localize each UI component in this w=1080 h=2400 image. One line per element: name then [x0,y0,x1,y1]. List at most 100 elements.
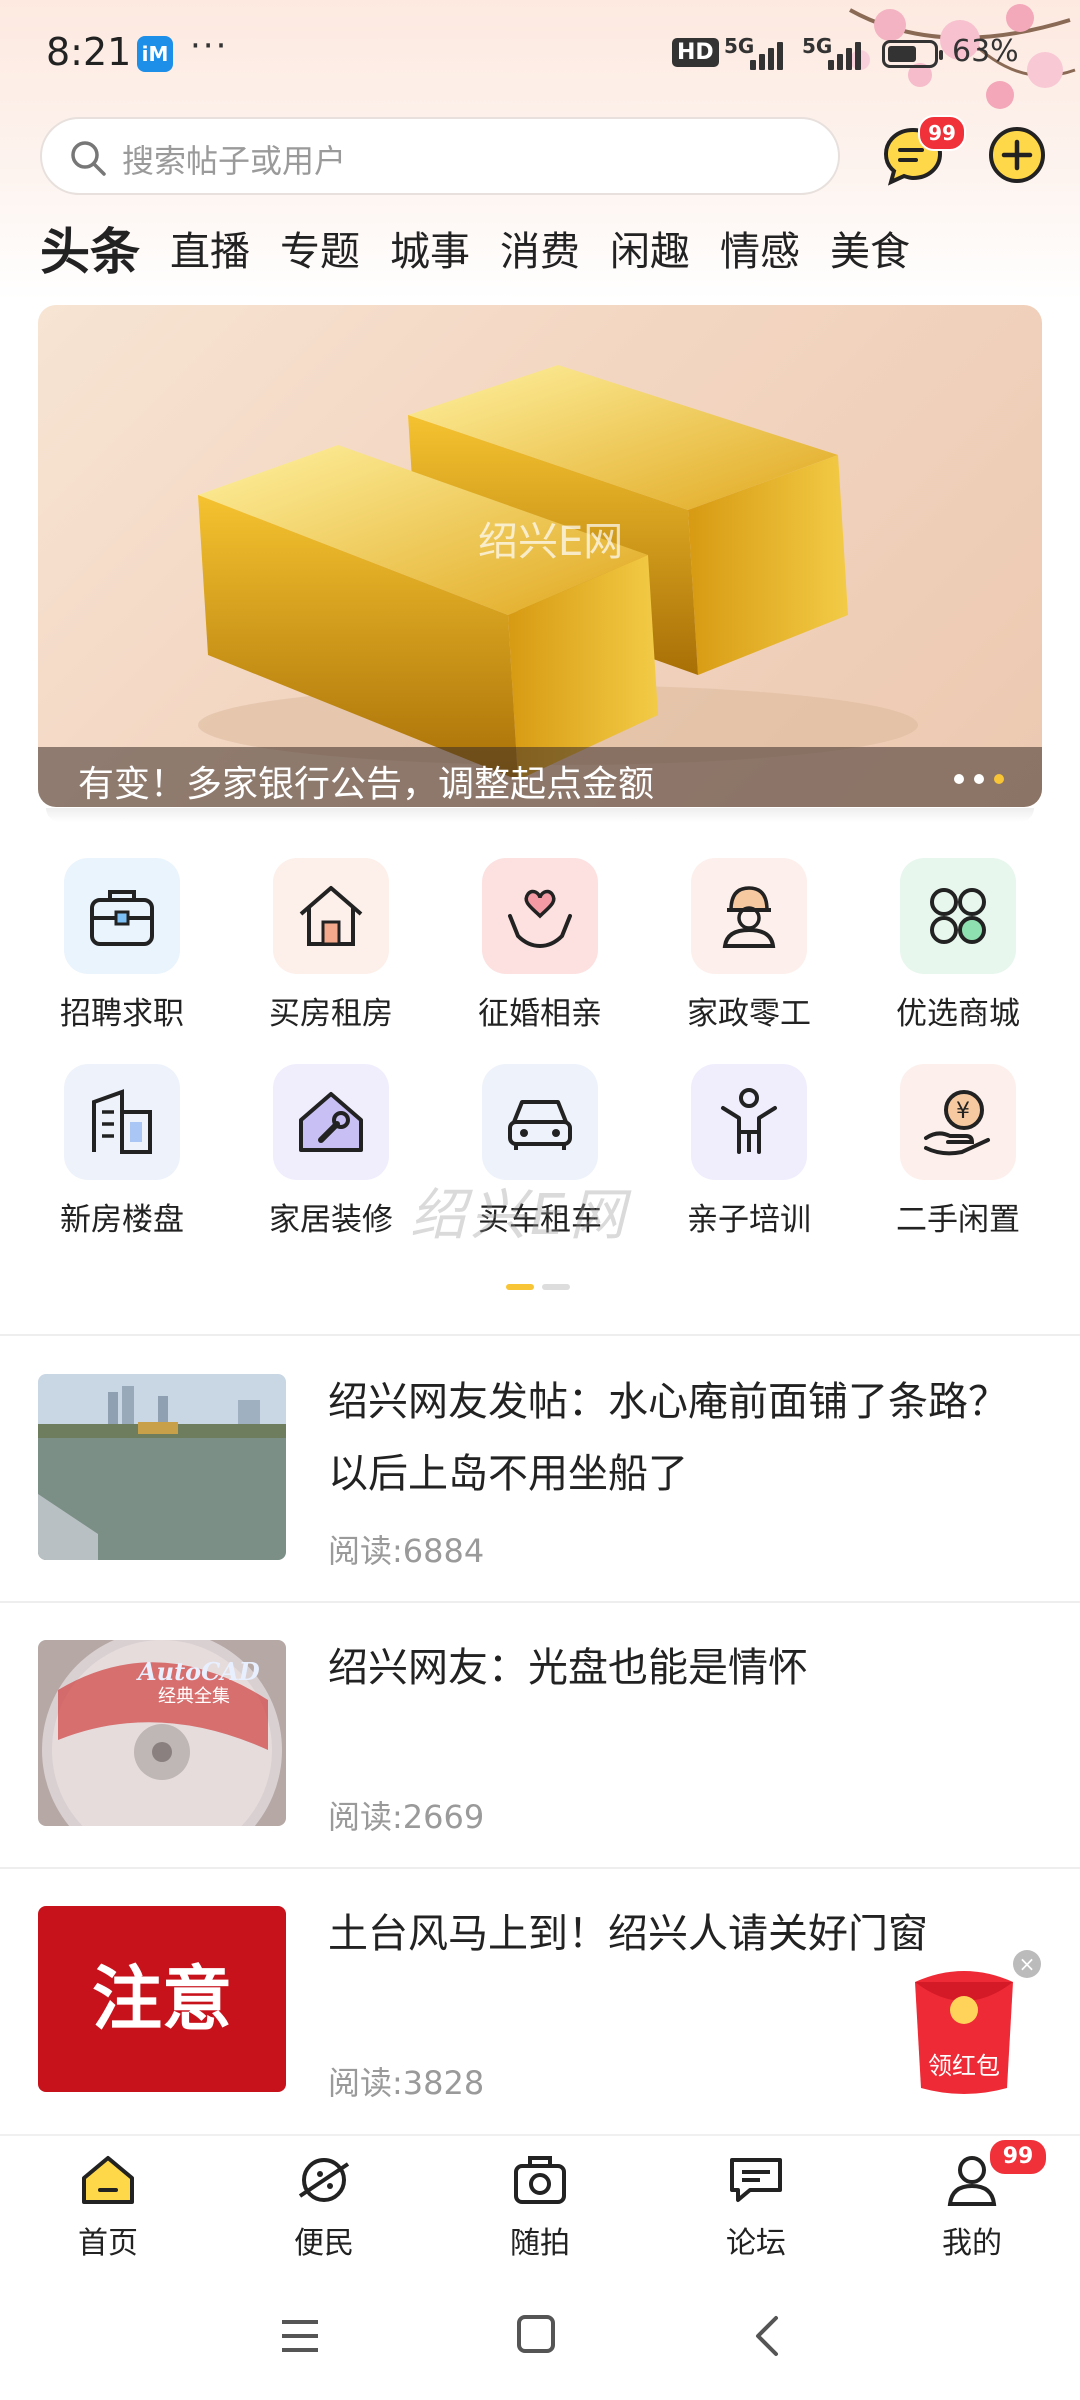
search-placeholder: 搜索帖子或用户 [122,142,347,180]
more-notifications-icon: ··· [190,26,229,66]
service-recruitment[interactable]: 招聘求职 [22,858,222,1033]
news-title: 绍兴网友：光盘也能是情怀 [328,1645,808,1691]
banner-shadow [46,808,1034,822]
service-kids-training[interactable]: 亲子培训 [649,1064,849,1239]
service-new-homes[interactable]: 新房楼盘 [22,1064,222,1239]
tab-leisure[interactable]: 闲趣 [610,222,690,292]
nav-snapshot[interactable]: 随拍 [460,2150,620,2262]
service-icon-box [64,858,180,974]
signal-icon-2 [828,40,861,70]
battery-icon [882,40,943,68]
pager-dot [542,1284,570,1290]
nav-services[interactable]: 便民 [244,2150,404,2262]
status-time: 8:21 [46,30,132,74]
tab-consumer[interactable]: 消费 [500,222,580,292]
news-read-count: 阅读:6884 [328,1532,485,1570]
camera-icon [514,2156,566,2204]
service-housing[interactable]: 买房租房 [231,858,431,1033]
service-icon-box [64,1064,180,1180]
banner-caption: 有变！多家银行公告，调整起点金额 [78,764,655,805]
search-input[interactable]: 搜索帖子或用户 [40,117,840,195]
banner-indicator [954,774,1004,784]
clover-icon [930,888,986,944]
service-label: 买房租房 [269,996,393,1032]
home-square-icon[interactable] [516,2314,556,2354]
banner-dot [954,774,964,784]
heart-hands-icon [508,889,572,949]
service-icon-box [482,858,598,974]
tab-emotion[interactable]: 情感 [720,222,800,292]
tab-city[interactable]: 城事 [390,222,470,292]
banner-dot-active [994,774,1004,784]
service-renovation[interactable]: 家居装修 [231,1064,431,1239]
services-watermark: 绍兴E网 [410,1183,630,1248]
nav-label: 我的 [942,2226,1002,2261]
service-icon-box: ¥ [900,1064,1016,1180]
child-icon [721,1088,777,1154]
cd-photo: AutoCAD 经典全集 [38,1640,286,1826]
news-title: 绍兴网友发帖：水心庵前面铺了条路？以后上岛不用坐船了 [328,1379,1008,1497]
service-icon-box [273,1064,389,1180]
building-icon [92,1089,152,1154]
profile-badge: 99 [988,2138,1048,2176]
car-icon [508,1100,572,1150]
message-badge: 99 [918,115,966,151]
service-pager [506,1284,570,1290]
tab-live[interactable]: 直播 [170,222,250,292]
nav-home[interactable]: 首页 [28,2150,188,2262]
news-thumbnail [38,1374,286,1560]
news-thumbnail: 注意 [38,1906,286,2092]
service-label: 征婚相亲 [478,996,602,1032]
river-photo [38,1374,286,1560]
nav-forum[interactable]: 论坛 [676,2150,836,2262]
nav-label: 首页 [78,2226,138,2261]
nav-label: 论坛 [726,2226,786,2261]
tab-food[interactable]: 美食 [830,222,910,292]
svg-text:¥: ¥ [956,1099,970,1124]
home-icon [82,2156,134,2204]
house-icon [299,886,363,946]
red-packet-label: 领红包 [928,2052,1000,2080]
news-item[interactable]: AutoCAD 经典全集 绍兴网友：光盘也能是情怀 阅读:2669 [0,1602,1080,1866]
back-icon[interactable] [752,2314,782,2358]
banner-caption-bar: 有变！多家银行公告，调整起点金额 [38,747,1042,807]
nav-label: 随拍 [510,2226,570,2261]
menu-icon[interactable] [278,2316,322,2356]
yuan-hand-icon: ¥ [924,1090,990,1156]
cd-brand-text: AutoCAD [136,1657,260,1686]
cd-sub-text: 经典全集 [158,1686,230,1707]
hd-voice-icon: HD [672,38,719,67]
worker-icon [722,886,776,948]
news-read-count: 阅读:3828 [328,2064,485,2102]
banner-dot [974,774,984,784]
bottom-nav: 首页 便民 随拍 论坛 我的 [0,2134,1080,2268]
category-tabs: 头条 直播 专题 城事 消费 闲趣 情感 美食 [40,222,940,292]
service-mall[interactable]: 优选商城 [858,858,1058,1033]
service-icon-box [691,858,807,974]
banner-carousel[interactable]: 绍兴E网 有变！多家银行公告，调整起点金额 [38,305,1042,807]
tab-topics[interactable]: 专题 [280,222,360,292]
service-icon-box [273,858,389,974]
battery-percent: 63% [952,34,1019,69]
red-packet-close-icon[interactable]: × [1013,1950,1041,1978]
red-packet-button[interactable]: 领红包 [905,1960,1023,2100]
banner-watermark: 绍兴E网 [478,519,623,565]
news-item[interactable]: 绍兴网友发帖：水心庵前面铺了条路？以后上岛不用坐船了 阅读:6884 [0,1336,1080,1600]
pager-dot-active [506,1284,534,1290]
service-second-hand[interactable]: ¥ 二手闲置 [858,1064,1058,1239]
service-icon-box [900,858,1016,974]
system-navigation-bar [0,2266,1080,2400]
service-label: 二手闲置 [896,1202,1020,1238]
service-dating[interactable]: 征婚相亲 [440,858,640,1033]
nav-label: 便民 [294,2226,354,2261]
service-housekeeping[interactable]: 家政零工 [649,858,849,1033]
planet-icon [298,2158,350,2202]
news-thumbnail: AutoCAD 经典全集 [38,1640,286,1826]
tab-headlines[interactable]: 头条 [40,222,140,292]
wrench-house-icon [299,1092,363,1152]
status-bar: 8:21 iM ··· HD 5G 5G 63% [0,0,1080,105]
service-label: 家政零工 [687,996,811,1032]
news-read-count: 阅读:2669 [328,1798,485,1836]
search-icon [71,141,106,176]
add-post-icon[interactable] [984,122,1050,188]
